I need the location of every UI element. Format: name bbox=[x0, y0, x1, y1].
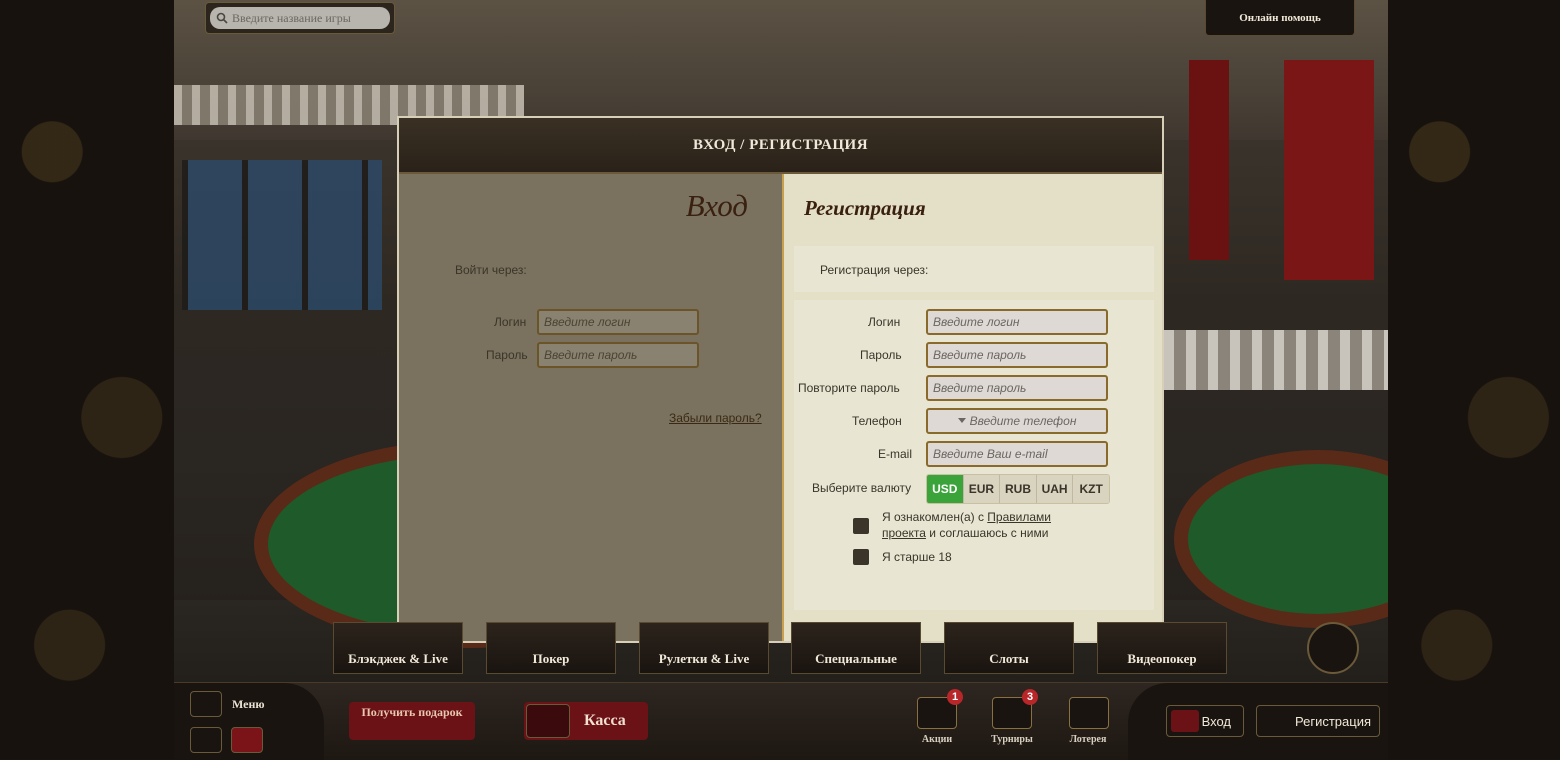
reg-phone-input[interactable]: Введите телефон bbox=[926, 408, 1108, 434]
category-slots[interactable]: Слоты bbox=[944, 622, 1074, 674]
reg-phone-label: Телефон bbox=[852, 414, 902, 428]
reg-password-placeholder: Введите пароль bbox=[933, 348, 1027, 362]
bg-slot-machines bbox=[182, 160, 382, 310]
currency-kzt[interactable]: KZT bbox=[1073, 475, 1109, 503]
category-roulette[interactable]: Рулетки & Live bbox=[639, 622, 769, 674]
login-button[interactable]: Вход bbox=[1166, 705, 1244, 737]
reg-repeat-label: Повторите пароль bbox=[798, 381, 900, 395]
modal-body: Вход Войти через: Логин Введите логин Па… bbox=[399, 174, 1162, 641]
login-field-label: Логин bbox=[494, 315, 527, 329]
reg-repeat-password-input[interactable]: Введите пароль bbox=[926, 375, 1108, 401]
reg-password-label: Пароль bbox=[860, 348, 902, 362]
category-blackjack[interactable]: Блэкджек & Live bbox=[333, 622, 463, 674]
password-input-placeholder: Введите пароль bbox=[544, 348, 638, 362]
reg-phone-placeholder: Введите телефон bbox=[969, 414, 1077, 428]
login-input[interactable]: Введите логин bbox=[537, 309, 699, 335]
chevron-down-icon[interactable] bbox=[957, 418, 966, 424]
register-form: Логин Введите логин Пароль Введите парол… bbox=[794, 300, 1154, 610]
register-button[interactable]: Регистрация bbox=[1256, 705, 1380, 737]
register-title: Регистрация bbox=[804, 196, 926, 220]
reg-email-input[interactable]: Введите Ваш e-mail bbox=[926, 441, 1108, 467]
login-button-icon bbox=[1171, 710, 1199, 732]
login-pane: Вход Войти через: Логин Введите логин Па… bbox=[399, 174, 780, 641]
age-text: Я старше 18 bbox=[882, 550, 952, 564]
bg-curtain bbox=[1284, 60, 1374, 280]
search-icon bbox=[216, 12, 228, 24]
password-field-label: Пароль bbox=[486, 348, 528, 362]
lottery-button[interactable] bbox=[1069, 697, 1109, 729]
promotions-badge: 1 bbox=[947, 689, 963, 705]
menu-label: Меню bbox=[232, 697, 265, 711]
login-input-placeholder: Введите логин bbox=[544, 315, 631, 329]
round-action-button[interactable] bbox=[1307, 622, 1359, 674]
reg-email-placeholder: Введите Ваш e-mail bbox=[933, 447, 1048, 461]
login-button-label: Вход bbox=[1201, 713, 1231, 729]
bg-curtain bbox=[1189, 60, 1229, 260]
small-button[interactable] bbox=[190, 727, 222, 753]
login-via-label: Войти через: bbox=[455, 263, 527, 277]
bg-balustrade bbox=[1164, 330, 1388, 390]
auth-modal: ВХОД / РЕГИСТРАЦИЯ Вход Войти через: Лог… bbox=[397, 116, 1164, 643]
search-input[interactable]: Введите название игры bbox=[210, 7, 390, 29]
login-title: Вход bbox=[685, 188, 748, 223]
reg-login-placeholder: Введите логин bbox=[933, 315, 1020, 329]
left-decor-panel bbox=[0, 0, 174, 759]
modal-header: ВХОД / РЕГИСТРАЦИЯ bbox=[399, 118, 1162, 174]
currency-eur[interactable]: EUR bbox=[963, 475, 1001, 503]
cashier-icon bbox=[526, 704, 570, 738]
reg-login-label: Логин bbox=[868, 315, 901, 329]
game-search[interactable]: Введите название игры bbox=[205, 2, 395, 34]
reg-currency-label: Выберите валюту bbox=[812, 481, 912, 495]
modal-title: ВХОД / РЕГИСТРАЦИЯ bbox=[692, 136, 869, 153]
cashier-button[interactable]: Касса bbox=[524, 702, 648, 740]
currency-rub[interactable]: RUB bbox=[1000, 475, 1037, 503]
rules-text-pre: Я ознакомлен(а) с bbox=[882, 510, 988, 524]
rules-text: Я ознакомлен(а) с Правилами проекта и со… bbox=[882, 509, 1082, 541]
right-decor-panel bbox=[1388, 0, 1560, 759]
reg-login-input[interactable]: Введите логин bbox=[926, 309, 1108, 335]
cashier-label: Касса bbox=[584, 712, 626, 729]
tournaments-badge: 3 bbox=[1022, 689, 1038, 705]
rules-checkbox[interactable] bbox=[853, 518, 869, 534]
category-videopoker[interactable]: Видеопокер bbox=[1097, 622, 1227, 674]
register-social-box: Регистрация через: bbox=[794, 246, 1154, 292]
currency-selector: USD EUR RUB UAH KZT bbox=[926, 474, 1110, 504]
currency-usd[interactable]: USD bbox=[927, 475, 964, 503]
menu-button[interactable] bbox=[190, 691, 222, 717]
small-red-button[interactable] bbox=[231, 727, 263, 753]
age-checkbox[interactable] bbox=[853, 549, 869, 565]
promotions-label: Акции bbox=[921, 734, 953, 745]
reg-password-input[interactable]: Введите пароль bbox=[926, 342, 1108, 368]
register-via-label: Регистрация через: bbox=[820, 263, 929, 277]
category-special[interactable]: Специальные bbox=[791, 622, 921, 674]
online-help-button[interactable]: Онлайн помощь bbox=[1205, 0, 1355, 36]
tournaments-label: Турниры bbox=[991, 734, 1033, 745]
forgot-password-link[interactable]: Забыли пароль? bbox=[669, 411, 762, 425]
lottery-label: Лотерея bbox=[1069, 734, 1107, 745]
register-pane: Регистрация Регистрация через: Логин Вве… bbox=[782, 174, 1162, 641]
category-poker[interactable]: Покер bbox=[486, 622, 616, 674]
reg-repeat-placeholder: Введите пароль bbox=[933, 381, 1027, 395]
currency-uah[interactable]: UAH bbox=[1036, 475, 1074, 503]
rules-text-post: и соглашаюсь с ними bbox=[925, 526, 1049, 540]
search-placeholder: Введите название игры bbox=[232, 10, 351, 25]
get-gift-button[interactable]: Получить подарок bbox=[349, 702, 475, 740]
reg-email-label: E-mail bbox=[878, 447, 913, 461]
password-input[interactable]: Введите пароль bbox=[537, 342, 699, 368]
